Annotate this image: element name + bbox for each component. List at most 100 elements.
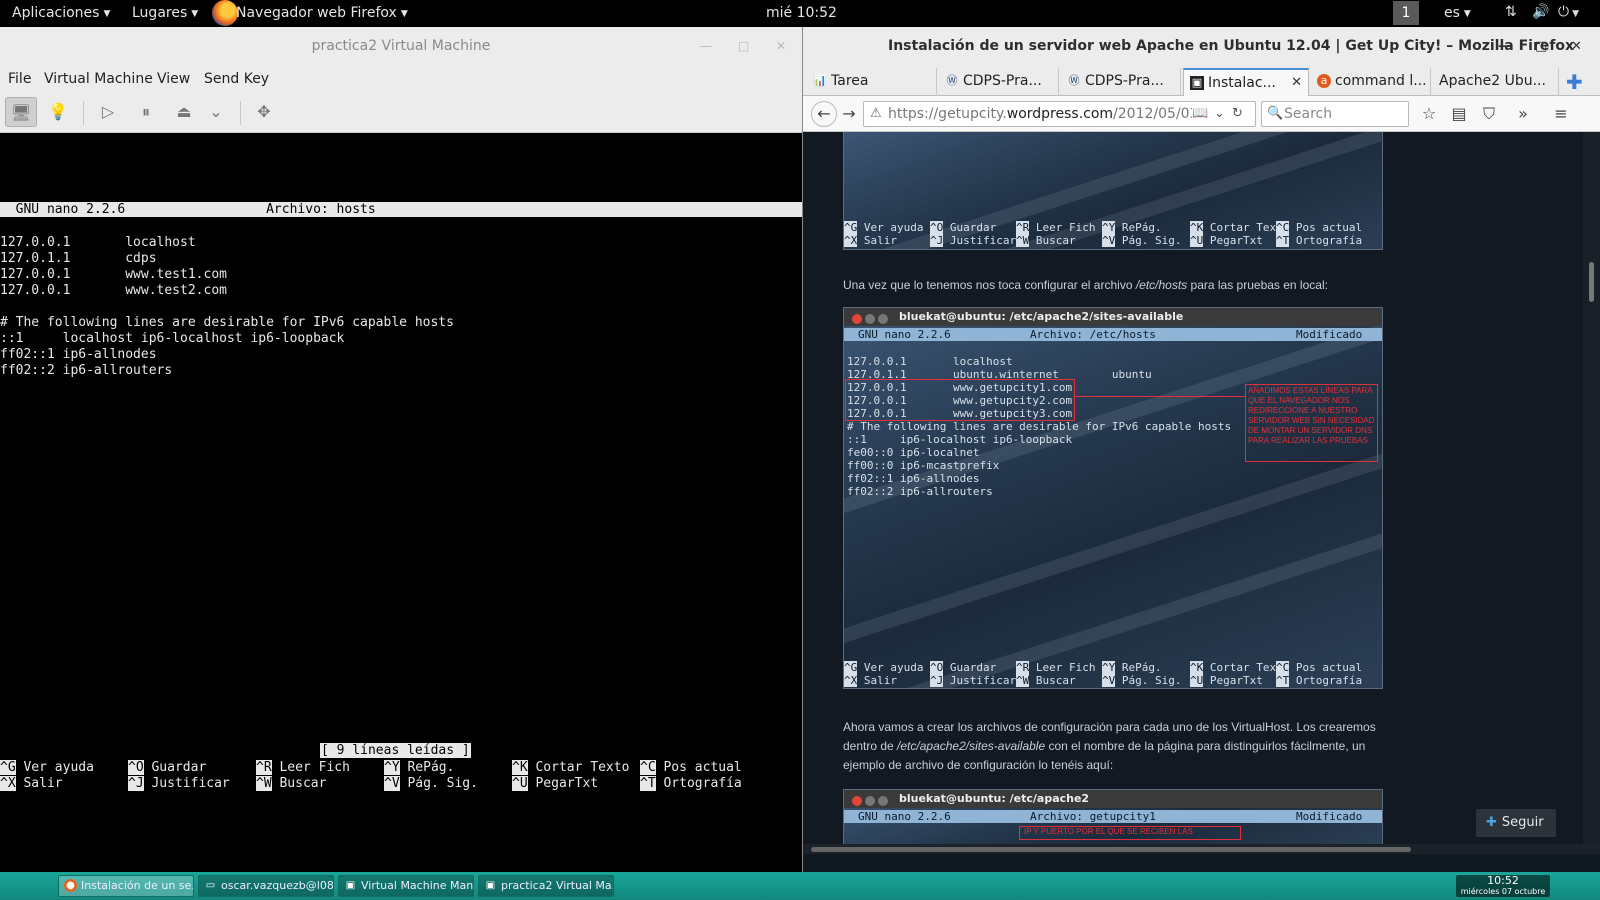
vm-window-title: practica2 Virtual Machine — [311, 38, 491, 54]
tab-label: CDPS-Pra... — [1085, 73, 1164, 89]
workspace-indicator[interactable]: 1 — [1393, 1, 1419, 25]
tab-cdps-2[interactable]: Ⓦ CDPS-Pra... — [1061, 68, 1181, 96]
menu-file[interactable]: File — [8, 71, 31, 87]
star-icon: ☆ — [1421, 104, 1437, 123]
history-dropdown-icon[interactable]: ⌄ — [1214, 102, 1225, 126]
task-firefox[interactable]: ● Instalación de un se... — [58, 875, 194, 897]
shutdown-button[interactable]: ⏏ — [168, 97, 200, 127]
tab-command[interactable]: a command l... — [1311, 68, 1431, 96]
taskbar-time: 10:52 — [1487, 874, 1519, 887]
url-domain: wordpress.com — [1006, 106, 1114, 122]
overflow-button[interactable]: » — [1511, 103, 1535, 125]
reader-view-icon[interactable]: 📖 — [1192, 102, 1209, 126]
tab-apache2[interactable]: Apache2 Ubu... — [1433, 68, 1559, 96]
new-tab-button[interactable]: ✚ — [1566, 70, 1583, 94]
tab-tarea[interactable]: 📊 Tarea — [807, 68, 937, 96]
url-bar[interactable]: ⚠ https://getupcity.wordpress.com/2012/0… — [863, 101, 1256, 127]
article-image-hosts: bluekat@ubuntu: /etc/apache2/sites-avail… — [843, 307, 1383, 689]
task-terminal[interactable]: ▭ oscar.vazquezb@l08... — [198, 875, 334, 897]
lightbulb-icon: 💡 — [48, 102, 68, 121]
minimize-icon[interactable]: — — [700, 27, 712, 66]
hosts-line: 127.0.0.1 www.test2.com — [0, 283, 227, 298]
horizontal-scrollbar[interactable] — [803, 844, 1600, 854]
fullscreen-icon: ✥ — [257, 102, 271, 121]
navigation-toolbar: ← → ⚠ https://getupcity.wordpress.com/20… — [803, 96, 1600, 132]
task-practica2[interactable]: ▣ practica2 Virtual Ma... — [478, 875, 614, 897]
reading-list-button[interactable]: ▤ — [1447, 103, 1471, 125]
warning-lock-icon: ⚠ — [870, 106, 882, 121]
maximize-icon[interactable]: □ — [1535, 27, 1547, 66]
menu-virtual-machine[interactable]: Virtual Machine — [44, 71, 153, 87]
shortcut-read-file: ^R Leer Fich — [256, 760, 350, 775]
places-menu[interactable]: Lugares ▼ — [132, 5, 198, 21]
close-icon[interactable]: ✕ — [776, 27, 786, 66]
pocket-button[interactable]: ⛉ — [1477, 103, 1501, 125]
shot-shortcut: ^X Salir — [844, 234, 897, 247]
shot-titlebar: bluekat@ubuntu: /etc/apache2 — [844, 790, 1382, 808]
language-menu[interactable]: es ▼ — [1444, 5, 1471, 21]
tab-instalacion[interactable]: ▣ Instalac... ✕ — [1183, 68, 1309, 96]
pause-button[interactable]: ⏸ — [130, 97, 162, 127]
shot-shortcut: ^K Cortar Tex — [1190, 661, 1277, 674]
follow-button[interactable]: ✚ Seguir — [1476, 809, 1556, 837]
fullscreen-button[interactable]: ✥ — [248, 97, 280, 127]
close-icon[interactable]: ✕ — [1571, 27, 1582, 66]
menu-view[interactable]: View — [157, 71, 190, 87]
toolbar-separator — [83, 101, 84, 125]
hosts-line: ff02::2 ip6-allrouters — [0, 363, 173, 378]
vm-menubar: File Virtual Machine View Send Key — [0, 66, 802, 93]
close-tab-icon[interactable]: ✕ — [1291, 70, 1302, 96]
reload-icon[interactable]: ↻ — [1232, 102, 1243, 126]
tab-label: Instalac... — [1208, 75, 1276, 91]
minimize-icon[interactable]: — — [1498, 27, 1511, 66]
forward-button[interactable]: → — [837, 103, 861, 125]
maximize-icon[interactable]: □ — [738, 27, 749, 66]
shot-nano-header: GNU nano 2.2.6 Archivo: getupcity1 Modific… — [844, 810, 1382, 823]
network-icon[interactable]: ⇅ — [1505, 4, 1517, 20]
task-vm-manager[interactable]: ▣ Virtual Machine Man... — [338, 875, 474, 897]
shot-shortcut: ^O Guardar — [930, 661, 997, 674]
shortcut-prev-page: ^Y RePág. — [384, 760, 455, 775]
tab-label: CDPS-Pra... — [963, 73, 1042, 89]
shot-shortcut: ^O Guardar — [930, 221, 997, 234]
back-button[interactable]: ← — [811, 101, 837, 127]
search-input[interactable]: 🔍 Search — [1261, 101, 1409, 127]
hosts-line: # The following lines are desirable for … — [0, 315, 454, 330]
volume-icon[interactable]: 🔊 — [1532, 4, 1549, 20]
active-app-menu[interactable]: Navegador web Firefox ▼ — [236, 5, 408, 21]
tab-label: command l... — [1335, 73, 1427, 89]
clipboard-icon: ▤ — [1451, 104, 1467, 123]
vm-titlebar: practica2 Virtual Machine — □ ✕ — [0, 27, 802, 66]
shot-line: fe00::0 ip6-localnet — [847, 446, 980, 459]
vertical-scrollbar[interactable] — [1583, 132, 1600, 844]
vm-icon: ▣ — [485, 880, 496, 891]
shot-shortcut: ^C Pos actual — [1276, 221, 1363, 234]
page-content[interactable]: ^G Ver ayuda ^O Guardar ^R Leer Fich ^Y … — [803, 132, 1583, 844]
firefox-titlebar: Instalación de un servidor web Apache en… — [803, 27, 1600, 66]
shortcut-exit: ^X Salir — [0, 776, 63, 791]
applications-menu[interactable]: Aplicaciones ▼ — [12, 5, 110, 21]
clock[interactable]: mié 10:52 — [766, 5, 837, 21]
shot-shortcut: ^G Ver ayuda — [844, 661, 924, 674]
shot-shortcut: ^C Pos actual — [1276, 661, 1363, 674]
shortcut-paste: ^U PegarTxt — [512, 776, 599, 791]
shot-shortcut: ^V Pág. Sig. — [1102, 674, 1182, 687]
shutdown-menu-button[interactable]: ⌄ — [200, 97, 232, 127]
pocket-icon: ⛉ — [1482, 104, 1495, 123]
vm-console[interactable]: GNU nano 2.2.6 Archivo: hosts 127.0.0.1 … — [0, 133, 802, 872]
details-view-button[interactable]: 💡 — [42, 97, 74, 127]
shortcut-justify: ^J Justificar — [128, 776, 230, 791]
shot-title: bluekat@ubuntu: /etc/apache2 — [899, 792, 1090, 805]
menu-send-key[interactable]: Send Key — [204, 71, 269, 87]
tab-cdps-1[interactable]: Ⓦ CDPS-Pra... — [939, 68, 1059, 96]
shortcut-help: ^G Ver ayuda — [0, 760, 94, 775]
console-view-button[interactable]: 🖥 — [5, 97, 37, 127]
hamburger-menu-button[interactable]: ≡ — [1549, 103, 1573, 125]
run-button[interactable]: ▷ — [92, 97, 124, 127]
taskbar-clock[interactable]: 10:52 miércoles 07 octubre — [1456, 875, 1550, 897]
bookmark-button[interactable]: ☆ — [1417, 103, 1441, 125]
search-placeholder: Search — [1284, 106, 1333, 122]
scroll-thumb[interactable] — [811, 847, 1411, 852]
scroll-thumb[interactable] — [1589, 262, 1594, 302]
power-icon[interactable]: ⏻ ▼ — [1558, 4, 1579, 20]
